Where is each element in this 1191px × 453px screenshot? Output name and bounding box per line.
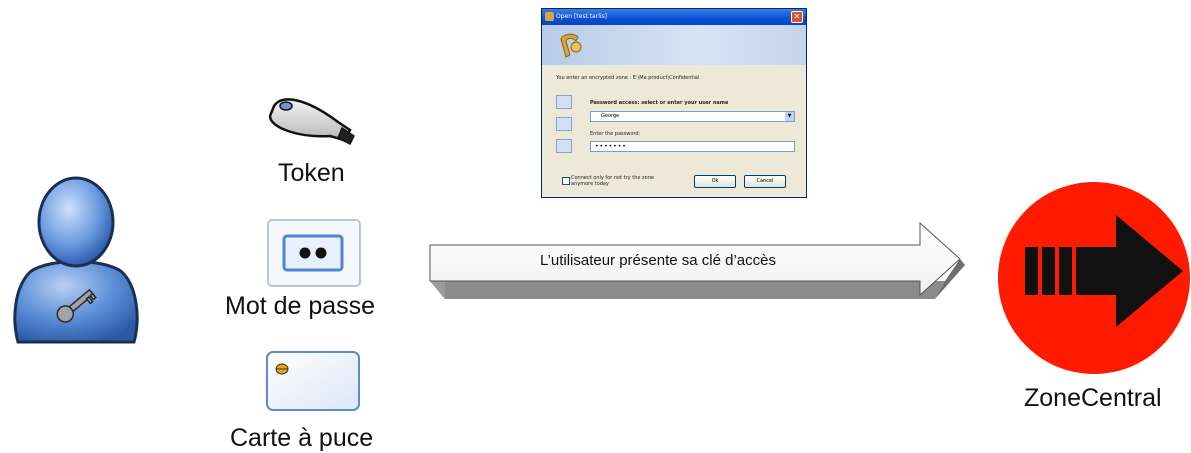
smartcard-label: Carte à puce [230,424,374,452]
app-icon [545,12,554,21]
side-icon-password[interactable] [556,95,572,109]
user-value: George [601,113,620,119]
red-circle-arrow-icon [997,181,1191,375]
side-icon-file[interactable] [556,117,572,131]
arrow-label: L’utilisateur présente sa clé d’accès [540,252,776,269]
side-icon-card[interactable] [556,139,572,153]
ok-button[interactable]: Ok [694,175,736,188]
dialog-titlebar: Open [test.tarlis] [542,9,806,25]
user-with-key-icon [8,170,143,350]
key-logo-icon [558,31,584,59]
checkbox-label: Connect only for not try the zone anymor… [571,175,654,187]
open-zone-dialog: Open [test.tarlis] ✕ You enter an encryp… [541,8,807,198]
password-dots-icon [266,218,362,288]
access-label: Password access: select or enter your us… [590,100,729,106]
smart-card-icon [265,350,361,412]
close-icon[interactable]: ✕ [791,11,803,23]
dialog-info-text: You enter an encrypted zone : E:\Ma prod… [556,75,700,81]
token-label: Token [278,159,345,187]
target-label: ZoneCentral [1024,384,1162,412]
password-label: Mot de passe [225,292,376,320]
chevron-down-icon[interactable]: ▼ [785,112,794,121]
cancel-button[interactable]: Cancel [744,175,786,188]
password-field[interactable]: ••••••• [590,141,795,152]
password-prompt: Enter the password: [590,131,641,137]
dialog-title: Open [test.tarlis] [556,13,607,20]
user-select[interactable]: George ▼ [590,111,795,122]
usb-token-icon [266,92,360,152]
connect-checkbox[interactable] [562,177,570,185]
